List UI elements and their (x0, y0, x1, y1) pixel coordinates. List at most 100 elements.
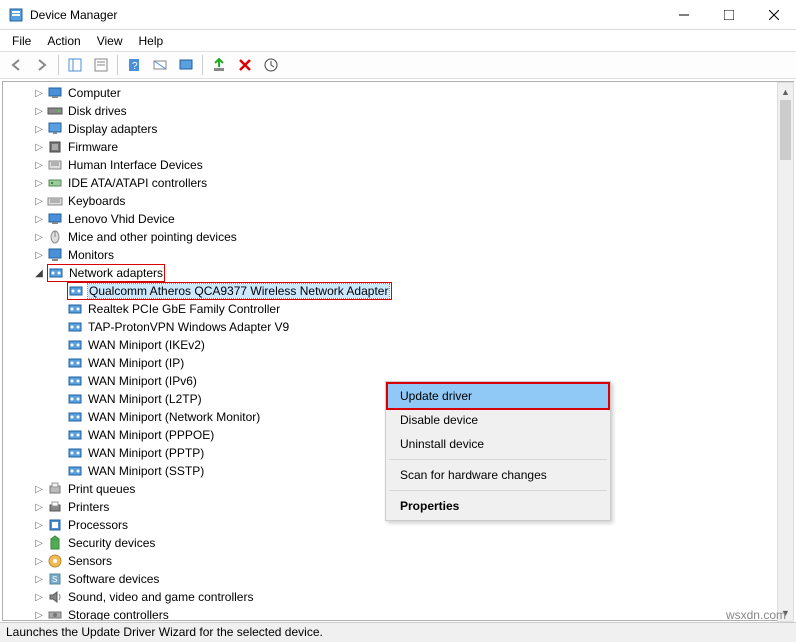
tree-item[interactable]: ▷Monitors (3, 246, 793, 264)
expand-icon[interactable]: ▷ (31, 484, 47, 495)
expand-icon[interactable]: ▷ (31, 502, 47, 513)
tree-item[interactable]: Realtek PCIe GbE Family Controller (3, 300, 793, 318)
tree-item-label: Sound, video and game controllers (67, 590, 254, 604)
tree-item-label: Display adapters (67, 122, 158, 136)
menu-separator (389, 490, 607, 491)
tree-item-label: Qualcomm Atheros QCA9377 Wireless Networ… (88, 284, 389, 298)
title-bar[interactable]: Device Manager (0, 0, 796, 30)
menu-file[interactable]: File (4, 32, 39, 50)
tree-item-label: Network adapters (68, 266, 164, 280)
help-button[interactable]: ? (122, 53, 146, 77)
toolbar: ? (0, 51, 796, 79)
expand-icon[interactable]: ▷ (31, 574, 47, 585)
device-tree[interactable]: ▷Computer▷Disk drives▷Display adapters▷F… (3, 82, 793, 621)
maximize-button[interactable] (706, 0, 751, 29)
tree-item[interactable]: ▷Security devices (3, 534, 793, 552)
menu-bar: File Action View Help (0, 30, 796, 51)
context-menu-item[interactable]: Disable device (388, 408, 608, 432)
net-icon (67, 391, 83, 407)
menu-view[interactable]: View (89, 32, 131, 50)
status-bar: Launches the Update Driver Wizard for th… (0, 622, 796, 642)
tree-item[interactable]: ▷ Computer (3, 84, 793, 102)
context-menu-item[interactable]: Update driver (386, 382, 610, 410)
watermark: wsxdn.com (726, 608, 786, 622)
net-icon (67, 427, 83, 443)
expand-icon[interactable]: ▷ (31, 196, 47, 207)
tree-item[interactable]: ▷Lenovo Vhid Device (3, 210, 793, 228)
tree-item-label: Computer (67, 86, 122, 100)
expand-icon[interactable]: ▷ (31, 124, 47, 135)
expand-icon[interactable]: ▷ (31, 538, 47, 549)
minimize-button[interactable] (661, 0, 706, 29)
tree-item[interactable]: TAP-ProtonVPN Windows Adapter V9 (3, 318, 793, 336)
tree-item-label: WAN Miniport (IP) (87, 356, 185, 370)
enable-button[interactable] (207, 53, 231, 77)
tree-item-label: WAN Miniport (Network Monitor) (87, 410, 261, 424)
tree-item[interactable]: ▷ IDE ATA/ATAPI controllers (3, 174, 793, 192)
context-menu[interactable]: Update driverDisable deviceUninstall dev… (385, 381, 611, 521)
tree-item[interactable]: ▷ Display adapters (3, 120, 793, 138)
scroll-thumb[interactable] (780, 100, 791, 160)
tree-item-label: Printers (67, 500, 110, 514)
back-button[interactable] (4, 53, 28, 77)
net-icon (67, 463, 83, 479)
tree-item-label: IDE ATA/ATAPI controllers (67, 176, 208, 190)
tree-item[interactable]: ▷Mice and other pointing devices (3, 228, 793, 246)
monitor-icon (47, 247, 63, 263)
forward-button[interactable] (30, 53, 54, 77)
net-icon (67, 445, 83, 461)
vertical-scrollbar[interactable]: ▲ ▼ (777, 82, 794, 622)
net-icon (68, 283, 84, 299)
expand-icon[interactable]: ▷ (31, 106, 47, 117)
tree-item[interactable]: ▷ Software devices (3, 570, 793, 588)
menu-separator (389, 459, 607, 460)
display-icon (47, 121, 63, 137)
tree-item[interactable]: WAN Miniport (IP) (3, 354, 793, 372)
tree-item-label: Realtek PCIe GbE Family Controller (87, 302, 281, 316)
tree-item-label: WAN Miniport (PPPOE) (87, 428, 215, 442)
scan-hardware-button[interactable] (259, 53, 283, 77)
update-driver-button[interactable] (174, 53, 198, 77)
tree-item[interactable]: ◢ Network adapters (3, 264, 793, 282)
tree-item[interactable]: ▷ Sensors (3, 552, 793, 570)
tree-item-label: WAN Miniport (IPv6) (87, 374, 198, 388)
tree-item[interactable]: ▷Firmware (3, 138, 793, 156)
storage-icon (47, 607, 63, 621)
expand-icon[interactable]: ▷ (31, 88, 47, 99)
tree-item[interactable]: WAN Miniport (IKEv2) (3, 336, 793, 354)
expand-icon[interactable]: ▷ (31, 556, 47, 567)
expand-icon[interactable]: ▷ (31, 178, 47, 189)
show-hide-tree-button[interactable] (63, 53, 87, 77)
expand-icon[interactable]: ▷ (31, 250, 47, 261)
collapse-icon[interactable]: ◢ (31, 268, 47, 279)
menu-action[interactable]: Action (39, 32, 88, 50)
expand-icon[interactable]: ▷ (31, 214, 47, 225)
net-icon (67, 355, 83, 371)
tree-item[interactable]: Qualcomm Atheros QCA9377 Wireless Networ… (3, 282, 793, 300)
context-menu-item[interactable]: Properties (388, 494, 608, 518)
app-icon (8, 7, 24, 23)
context-menu-item[interactable]: Uninstall device (388, 432, 608, 456)
sound-icon (47, 589, 63, 605)
expand-icon[interactable]: ▷ (31, 520, 47, 531)
tree-item-label: Sensors (67, 554, 113, 568)
expand-icon[interactable]: ▷ (31, 160, 47, 171)
expand-icon[interactable]: ▷ (31, 142, 47, 153)
expand-icon[interactable]: ▷ (31, 232, 47, 243)
uninstall-button[interactable] (233, 53, 257, 77)
expand-icon[interactable]: ▷ (31, 592, 47, 603)
tree-item[interactable]: ▷ Sound, video and game controllers (3, 588, 793, 606)
expand-icon[interactable]: ▷ (31, 610, 47, 621)
scan-button[interactable] (148, 53, 172, 77)
menu-help[interactable]: Help (131, 32, 172, 50)
properties-button[interactable] (89, 53, 113, 77)
tree-item[interactable]: ▷Human Interface Devices (3, 156, 793, 174)
close-button[interactable] (751, 0, 796, 29)
tree-item-label: Software devices (67, 572, 160, 586)
context-menu-item[interactable]: Scan for hardware changes (388, 463, 608, 487)
scroll-up-button[interactable]: ▲ (778, 83, 793, 100)
tree-item[interactable]: ▷Storage controllers (3, 606, 793, 621)
security-icon (47, 535, 63, 551)
tree-item[interactable]: ▷Keyboards (3, 192, 793, 210)
tree-item[interactable]: ▷Disk drives (3, 102, 793, 120)
